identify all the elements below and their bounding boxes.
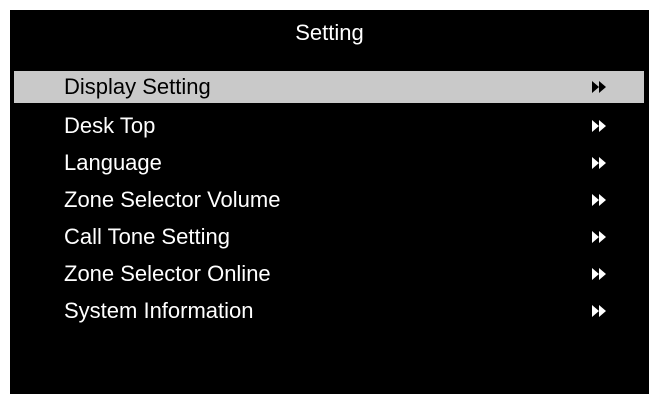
double-chevron-right-icon xyxy=(589,292,609,330)
double-chevron-right-icon xyxy=(589,255,609,293)
menu-item-label: Display Setting xyxy=(64,74,211,99)
menu-item-zone-selector-volume[interactable]: Zone Selector Volume xyxy=(14,181,644,219)
menu-item-label: Language xyxy=(64,150,162,175)
menu-item-label: System Information xyxy=(64,298,254,323)
menu-item-language[interactable]: Language xyxy=(14,144,644,182)
menu-item-display-setting[interactable]: Display Setting xyxy=(14,71,644,103)
menu-item-system-information[interactable]: System Information xyxy=(14,292,644,330)
menu-item-label: Zone Selector Volume xyxy=(64,187,281,212)
menu-item-call-tone-setting[interactable]: Call Tone Setting xyxy=(14,218,644,256)
double-chevron-right-icon xyxy=(589,107,609,145)
menu-item-label: Call Tone Setting xyxy=(64,224,230,249)
double-chevron-right-icon xyxy=(589,181,609,219)
settings-menu: Display Setting Desk Top Language Zone S… xyxy=(14,70,644,329)
double-chevron-right-icon xyxy=(589,218,609,256)
menu-item-zone-selector-online[interactable]: Zone Selector Online xyxy=(14,255,644,293)
double-chevron-right-icon xyxy=(589,144,609,182)
menu-item-label: Zone Selector Online xyxy=(64,261,271,286)
menu-item-desk-top[interactable]: Desk Top xyxy=(14,107,644,145)
double-chevron-right-icon xyxy=(589,71,609,103)
settings-screen: Setting Display Setting Desk Top Languag… xyxy=(10,10,649,394)
screen-title: Setting xyxy=(295,20,364,45)
menu-item-label: Desk Top xyxy=(64,113,156,138)
